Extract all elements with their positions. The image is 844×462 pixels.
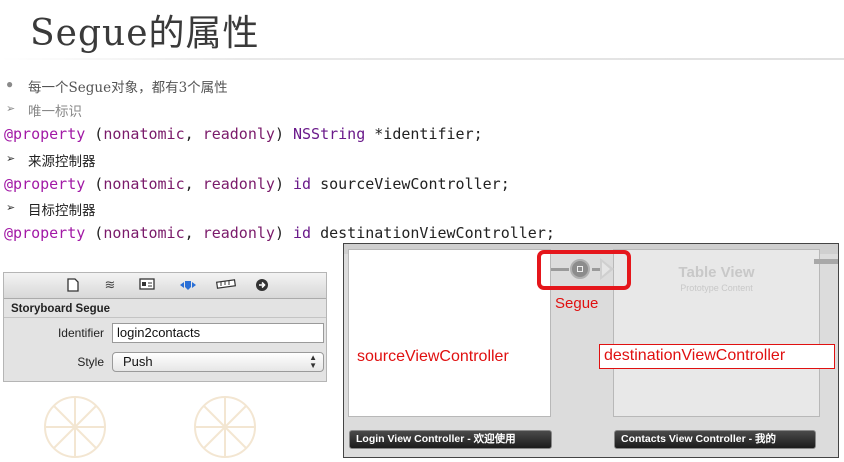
table-view-subtitle: Prototype Content [680,283,753,293]
login-vc-caption[interactable]: Login View Controller - 欢迎使用 [349,430,552,449]
sub-dest-text: 目标控制器 [28,203,96,219]
code-punct: , [184,224,203,242]
canvas-connector [814,259,838,264]
bullet-dot: ● [6,77,14,91]
code-attr: readonly [202,125,275,143]
code-keyword: @property [4,125,86,143]
source-label: sourceViewController [357,348,509,365]
identity-icon[interactable] [139,278,155,292]
source-view-controller[interactable] [348,249,551,417]
chevron-up-down-icon: ▲ ▼ [309,353,317,370]
connections-icon[interactable] [254,278,270,292]
arrow-bullet: ➢ [6,153,16,165]
code-attr: readonly [202,175,275,193]
style-select[interactable]: Push ▲ ▼ [112,352,324,372]
style-select-value: Push [123,354,153,369]
code-keyword: @property [4,224,86,242]
arrow-bullet: ➢ [6,103,16,115]
decorative-pattern [44,396,106,458]
code-rest: destinationViewController; [311,224,555,242]
code-type: id [293,175,312,193]
code-keyword: @property [4,175,86,193]
file-icon[interactable] [65,278,81,292]
code-punct: ( [85,175,104,193]
arrow-bullet: ➢ [6,202,16,214]
code-attr: nonatomic [103,175,185,193]
code-punct: ) [274,224,293,242]
code-type: NSString [293,125,366,143]
code-punct: , [184,175,203,193]
code-rest: *identifier; [365,125,483,143]
page-title: Segue的属性 [30,13,260,54]
style-label: Style [77,355,104,369]
segue-inspector: ≋ Storyboard Segue Identifier login2cont… [3,272,327,382]
code-rest: sourceViewController; [311,175,510,193]
destination-view-controller[interactable]: Table View Prototype Content [613,249,820,417]
code-source: @property (nonatomic, readonly) id sourc… [4,175,510,193]
inspector-section-title: Storyboard Segue [4,300,326,318]
table-view-title: Table View [678,264,755,281]
sub-identifier-text: 唯一标识 [28,104,82,120]
code-punct: ) [274,175,293,193]
storyboard-canvas: Table View Prototype Content Segue sourc… [343,243,839,458]
identifier-field[interactable]: login2contacts [112,323,324,343]
segue-label: Segue [555,295,599,312]
code-destination: @property (nonatomic, readonly) id desti… [4,224,555,242]
code-punct: , [184,125,203,143]
contacts-vc-caption[interactable]: Contacts View Controller - 我的 [614,430,816,449]
decorative-pattern [194,396,256,458]
code-attr: nonatomic [103,125,185,143]
size-icon[interactable] [215,278,237,292]
code-attr: readonly [202,224,275,242]
code-identifier: @property (nonatomic, readonly) NSString… [4,125,483,143]
segue-highlight [537,250,631,290]
code-type: id [293,224,312,242]
title-divider [0,58,844,60]
sub-source-text: 来源控制器 [28,154,96,170]
intro-text: 每一个Segue对象，都有3个属性 [28,80,228,96]
quick-help-icon[interactable]: ≋ [102,278,118,292]
code-punct: ) [274,125,293,143]
code-punct: ( [85,224,104,242]
inspector-tab-bar: ≋ [4,273,326,299]
code-attr: nonatomic [103,224,185,242]
attributes-icon[interactable] [178,278,196,292]
destination-label: destinationViewController [604,347,786,364]
identifier-label: Identifier [57,326,104,340]
code-punct: ( [85,125,104,143]
